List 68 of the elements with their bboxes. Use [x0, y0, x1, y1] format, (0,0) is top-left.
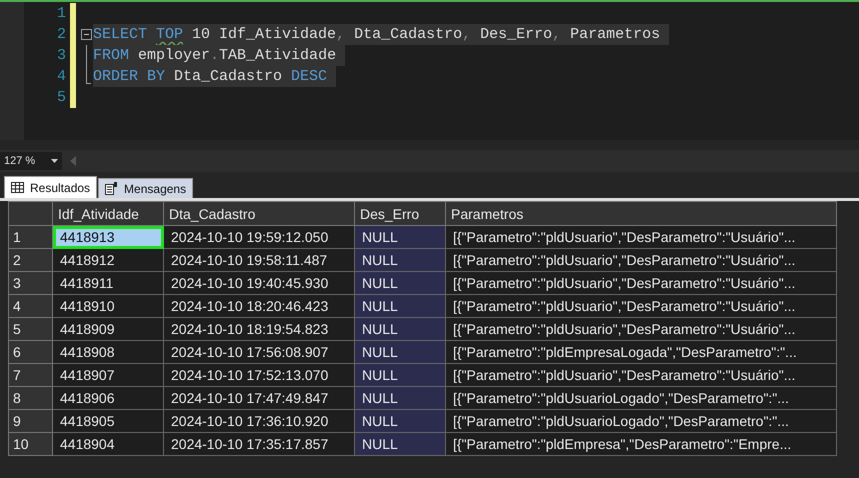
table-cell[interactable]: NULL	[354, 248, 446, 272]
line-number: 3	[56, 47, 67, 64]
row-header[interactable]: 4	[8, 294, 52, 318]
column-header[interactable]: Des_Erro	[354, 202, 446, 226]
table-cell[interactable]: 2024-10-10 17:36:10.920	[164, 410, 354, 432]
table-cell[interactable]: 4418913	[52, 226, 164, 248]
caret-icon	[51, 159, 58, 163]
table-cell[interactable]: NULL	[354, 386, 446, 410]
zoom-dropdown[interactable]: 127 %	[0, 152, 62, 170]
table-cell[interactable]: 4418912	[52, 248, 164, 272]
table-cell[interactable]: 2024-10-10 18:19:54.823	[164, 318, 354, 340]
column-header[interactable]: Idf_Atividade	[52, 202, 164, 226]
table-cell[interactable]: NULL	[354, 364, 446, 386]
table-cell[interactable]: [{"Parametro":"pldUsuarioLogado","DesParametro":"...	[446, 410, 836, 432]
line-number: 2	[56, 26, 67, 43]
column-header[interactable]: Dta_Cadastro	[164, 202, 354, 226]
table-cell[interactable]: [{"Parametro":"pldEmpresa","DesParametro":"Empre...	[446, 432, 836, 456]
table-cell[interactable]: 4418907	[52, 364, 164, 386]
results-tab[interactable]: Resultados	[4, 176, 98, 198]
table-cell[interactable]: 2024-10-10 18:20:46.423	[164, 294, 354, 318]
table-cell[interactable]: 4418906	[52, 386, 164, 410]
table-cell[interactable]: [{"Parametro":"pldUsuario","DesParametro":"Usuário"...	[446, 272, 836, 294]
corner-header	[8, 202, 52, 226]
table-cell[interactable]: [{"Parametro":"pldEmpresaLogada","DesParametro":"...	[446, 340, 836, 364]
results-tab[interactable]: Mensagens	[98, 178, 194, 198]
table-cell[interactable]: 4418904	[52, 432, 164, 456]
row-header[interactable]: 3	[8, 272, 52, 294]
row-header[interactable]: 6	[8, 340, 52, 364]
row-header[interactable]: 7	[8, 364, 52, 386]
table-cell[interactable]: NULL	[354, 340, 446, 364]
table-cell[interactable]: 2024-10-10 17:56:08.907	[164, 340, 354, 364]
line-number: 5	[56, 89, 67, 106]
table-cell[interactable]: NULL	[354, 272, 446, 294]
table-cell[interactable]: 2024-10-10 19:59:12.050	[164, 226, 354, 248]
row-header[interactable]: 10	[8, 432, 52, 456]
row-header[interactable]: 2	[8, 248, 52, 272]
table-cell[interactable]: NULL	[354, 294, 446, 318]
row-header[interactable]: 5	[8, 318, 52, 340]
table-cell[interactable]: [{"Parametro":"pldUsuarioLogado","DesParametro":"...	[446, 386, 836, 410]
table-cell[interactable]: NULL	[354, 226, 446, 248]
row-header[interactable]: 1	[8, 226, 52, 248]
code-editor[interactable]: 1 2 SELECT TOP 10 Idf_Atividade, Dta_Cadastro, Des_Erro, Parametros 3 FROM employer.TAB_Atividade 4 ORDER BY Dta_Cadastro DESC 5	[0, 0, 859, 140]
table-cell[interactable]: [{"Parametro":"pldUsuario","DesParametro":"Usuário"...	[446, 294, 836, 318]
table-cell[interactable]: [{"Parametro":"pldUsuario","DesParametro":"Usuário"...	[446, 364, 836, 386]
line-number: 1	[56, 5, 67, 22]
grid-icon	[11, 182, 24, 193]
line-number: 4	[56, 68, 67, 85]
table-cell[interactable]: 2024-10-10 19:58:11.487	[164, 248, 354, 272]
table-cell[interactable]: 4418905	[52, 410, 164, 432]
table-cell[interactable]: 2024-10-10 17:35:17.857	[164, 432, 354, 456]
table-cell[interactable]: 4418910	[52, 294, 164, 318]
table-cell[interactable]: 4418909	[52, 318, 164, 340]
row-header[interactable]: 9	[8, 410, 52, 432]
table-cell[interactable]: NULL	[354, 432, 446, 456]
document-icon	[105, 182, 118, 195]
table-cell[interactable]: 2024-10-10 17:47:49.847	[164, 386, 354, 410]
table-cell[interactable]: [{"Parametro":"pldUsuario","DesParametro":"Usuário"...	[446, 226, 836, 248]
table-cell[interactable]: 2024-10-10 19:40:45.930	[164, 272, 354, 294]
table-cell[interactable]: 2024-10-10 17:52:13.070	[164, 364, 354, 386]
table-cell[interactable]: NULL	[354, 318, 446, 340]
row-header[interactable]: 8	[8, 386, 52, 410]
collapse-icon[interactable]	[81, 29, 92, 40]
column-header[interactable]: Parametros	[446, 202, 836, 226]
table-cell[interactable]: [{"Parametro":"pldUsuario","DesParametro":"Usuário"...	[446, 248, 836, 272]
table-cell[interactable]: [{"Parametro":"pldUsuario","DesParametro":"Usuário"...	[446, 318, 836, 340]
table-cell[interactable]: NULL	[354, 410, 446, 432]
table-cell[interactable]: 4418908	[52, 340, 164, 364]
table-cell[interactable]: 4418911	[52, 272, 164, 294]
